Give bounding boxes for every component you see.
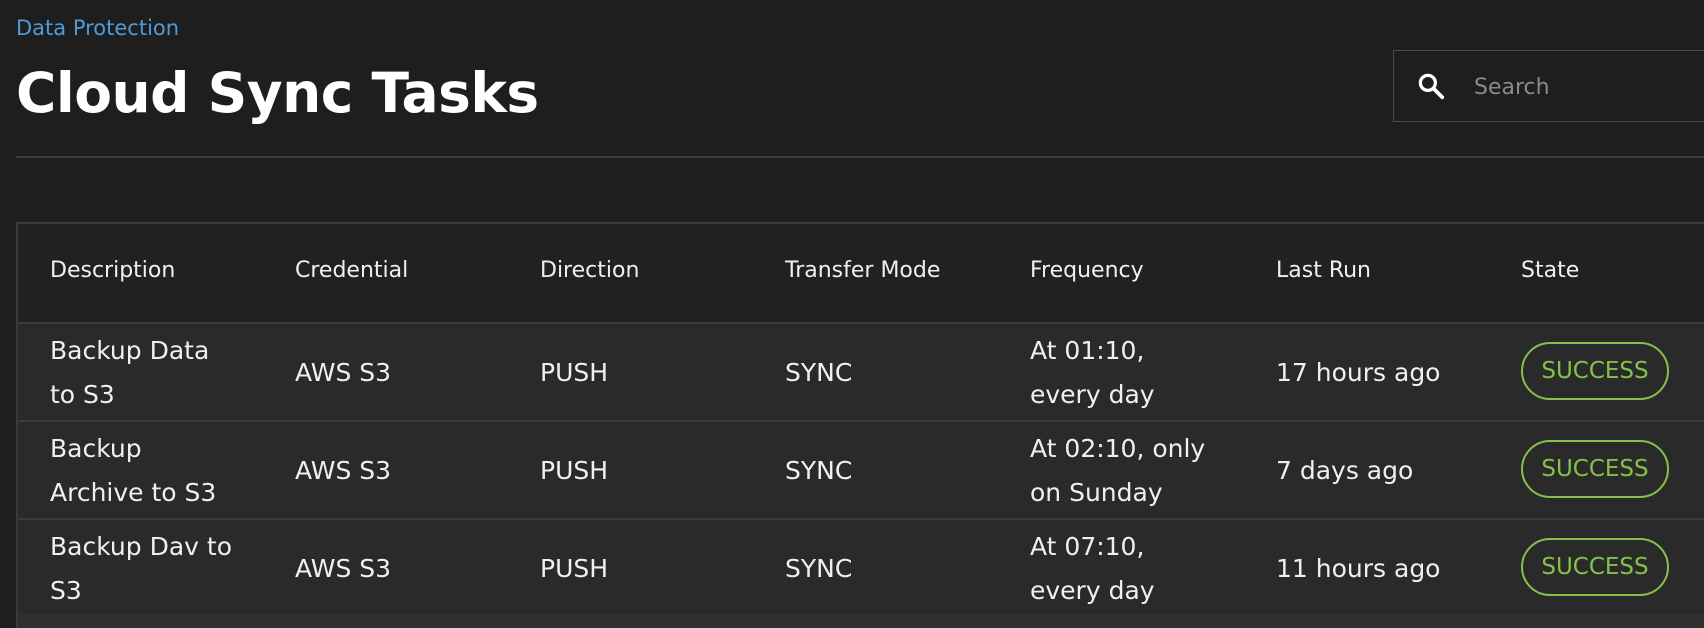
state-badge[interactable]: SUCCESS [1521,538,1669,596]
frequency-line: on Sunday [1030,478,1163,507]
direction-cell: PUSH [540,358,609,387]
description-cell: Backup Dav to S3 [50,525,232,613]
description-line: Backup [50,434,142,463]
search-input[interactable] [1472,65,1704,109]
search-icon [1418,73,1445,100]
frequency-line: At 07:10, [1030,532,1145,561]
column-header-transfer-mode[interactable]: Transfer Mode [785,258,940,283]
direction-cell: PUSH [540,554,609,583]
cloud-sync-tasks-table: Description Credential Direction Transfe… [16,222,1704,628]
table-row[interactable]: Backup Data to S3 AWS S3 PUSH SYNC At 01… [18,324,1704,422]
column-header-frequency[interactable]: Frequency [1030,258,1144,283]
column-header-last-run[interactable]: Last Run [1276,258,1371,283]
frequency-line: At 02:10, only [1030,434,1206,463]
description-line: S3 [50,576,82,605]
column-header-direction[interactable]: Direction [540,258,639,283]
direction-cell: PUSH [540,456,609,485]
page-title: Cloud Sync Tasks [16,61,539,125]
table-footer-strip [18,614,1704,628]
description-cell: Backup Archive to S3 [50,427,216,515]
transfer-mode-cell: SYNC [785,456,853,485]
description-cell: Backup Data to S3 [50,329,209,417]
description-line: to S3 [50,380,115,409]
frequency-line: At 01:10, [1030,336,1145,365]
frequency-line: every day [1030,380,1155,409]
frequency-cell: At 01:10, every day [1030,329,1155,417]
credential-cell: AWS S3 [295,456,392,485]
header-divider [16,156,1704,158]
description-line: Backup Dav to [50,532,232,561]
transfer-mode-cell: SYNC [785,554,853,583]
frequency-line: every day [1030,576,1155,605]
table-row[interactable]: Backup Dav to S3 AWS S3 PUSH SYNC At 07:… [18,520,1704,618]
last-run-cell: 7 days ago [1276,456,1414,485]
last-run-cell: 11 hours ago [1276,554,1441,583]
column-header-credential[interactable]: Credential [295,258,408,283]
description-line: Archive to S3 [50,478,217,507]
cloud-sync-tasks-page: Data Protection Cloud Sync Tasks Descrip… [0,0,1704,628]
column-header-state[interactable]: State [1521,258,1579,283]
state-badge[interactable]: SUCCESS [1521,342,1669,400]
frequency-cell: At 02:10, only on Sunday [1030,427,1205,515]
table-row[interactable]: Backup Archive to S3 AWS S3 PUSH SYNC At… [18,422,1704,520]
breadcrumb[interactable]: Data Protection [16,16,179,40]
frequency-cell: At 07:10, every day [1030,525,1155,613]
table-header: Description Credential Direction Transfe… [18,224,1704,324]
search-box[interactable] [1393,50,1704,122]
credential-cell: AWS S3 [295,358,392,387]
description-line: Backup Data [50,336,210,365]
credential-cell: AWS S3 [295,554,392,583]
column-header-description[interactable]: Description [50,258,175,283]
last-run-cell: 17 hours ago [1276,358,1441,387]
state-badge[interactable]: SUCCESS [1521,440,1669,498]
transfer-mode-cell: SYNC [785,358,853,387]
